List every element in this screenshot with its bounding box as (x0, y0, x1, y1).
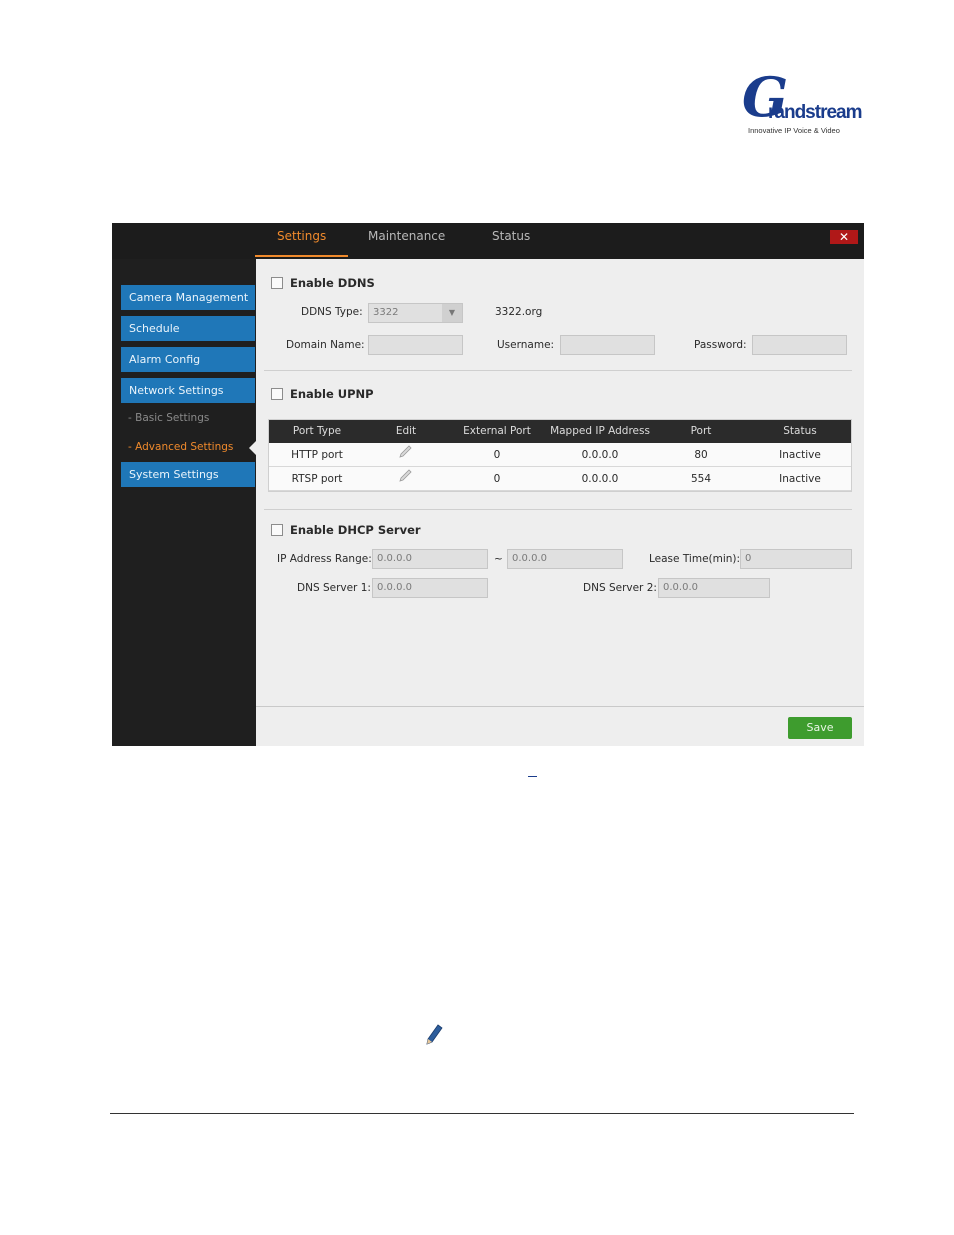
col-status: Status (783, 425, 817, 437)
dns1-label: DNS Server 1: (297, 582, 371, 594)
close-button[interactable]: ✕ (830, 230, 858, 244)
sidebar-item-system-settings[interactable]: System Settings (121, 462, 255, 487)
divider (264, 370, 852, 371)
pencil-icon (424, 1022, 444, 1046)
col-edit: Edit (395, 425, 417, 437)
sidebar-subitem-basic-settings[interactable]: - Basic Settings (128, 412, 209, 424)
col-mapped-ip: Mapped IP Address (550, 425, 650, 437)
cell-port: 80 (694, 449, 708, 461)
col-port: Port (690, 425, 712, 437)
ddns-type-site: 3322.org (495, 306, 543, 318)
dns2-label: DNS Server 2: (583, 582, 657, 594)
enable-ddns-checkbox[interactable] (271, 277, 283, 289)
password-input[interactable] (752, 335, 847, 355)
ip-range-label: IP Address Range: (277, 553, 372, 565)
logo-tagline: Innovative IP Voice & Video (748, 126, 840, 135)
enable-dhcp-label: Enable DHCP Server (290, 523, 421, 537)
cell-external-port: 0 (493, 449, 501, 461)
enable-dhcp-checkbox[interactable] (271, 524, 283, 536)
settings-panel: Enable DDNS DDNS Type: 3322 ▼ 3322.org D… (256, 259, 864, 746)
grandstream-logo: G randstream Innovative IP Voice & Video (742, 70, 862, 136)
app-window: Settings Maintenance Status ✕ Camera Man… (112, 223, 864, 746)
divider (264, 509, 852, 510)
cell-port-type: HTTP port (291, 449, 343, 461)
cell-status: Inactive (779, 473, 821, 485)
sidebar-subitem-advanced-settings[interactable]: - Advanced Settings (128, 441, 233, 453)
ip-range-start-input[interactable]: 0.0.0.0 (372, 549, 488, 569)
page-divider (110, 1113, 854, 1114)
ddns-type-select[interactable]: 3322 ▼ (368, 303, 463, 323)
active-pointer-icon (249, 441, 256, 455)
lease-time-label: Lease Time(min): (649, 553, 741, 565)
cell-status: Inactive (779, 449, 821, 461)
col-port-type: Port Type (292, 425, 342, 437)
domain-name-input[interactable] (368, 335, 463, 355)
tab-maintenance[interactable]: Maintenance (368, 229, 445, 255)
ip-range-end-input[interactable]: 0.0.0.0 (507, 549, 623, 569)
sidebar-item-network-settings[interactable]: Network Settings (121, 378, 255, 403)
ddns-type-label: DDNS Type: (301, 306, 363, 318)
dns2-input[interactable]: 0.0.0.0 (658, 578, 770, 598)
enable-upnp-checkbox[interactable] (271, 388, 283, 400)
edit-pencil-icon[interactable] (396, 467, 416, 492)
table-row: RTSP port 0 0.0.0.0 554 Inactive (268, 467, 852, 491)
footer-divider (256, 706, 864, 707)
dns1-input[interactable]: 0.0.0.0 (372, 578, 488, 598)
cell-mapped-ip: 0.0.0.0 (581, 473, 619, 485)
table-row: HTTP port 0 0.0.0.0 80 Inactive (268, 443, 852, 467)
ip-range-separator: ~ (494, 553, 503, 565)
cell-port-type: RTSP port (291, 473, 343, 485)
edit-pencil-icon[interactable] (396, 443, 416, 468)
upnp-port-table: Port Type Edit External Port Mapped IP A… (268, 419, 852, 491)
password-label: Password: (694, 339, 747, 351)
domain-name-label: Domain Name: (286, 339, 365, 351)
ddns-type-value: 3322 (373, 307, 399, 318)
sidebar: Camera Management Schedule Alarm Config … (112, 259, 256, 746)
cell-external-port: 0 (493, 473, 501, 485)
chevron-down-icon: ▼ (442, 304, 462, 322)
enable-upnp-label: Enable UPNP (290, 387, 374, 401)
link-underline (528, 776, 537, 777)
cell-port: 554 (690, 473, 712, 485)
table-header: Port Type Edit External Port Mapped IP A… (268, 419, 852, 443)
top-bar: Settings Maintenance Status ✕ (112, 223, 864, 259)
col-external-port: External Port (463, 425, 531, 437)
save-button[interactable]: Save (788, 717, 852, 739)
lease-time-input[interactable]: 0 (740, 549, 852, 569)
sidebar-item-camera-management[interactable]: Camera Management (121, 285, 255, 310)
username-label: Username: (497, 339, 555, 351)
tab-status[interactable]: Status (492, 229, 530, 255)
logo-word: randstream (768, 102, 862, 123)
enable-ddns-label: Enable DDNS (290, 276, 375, 290)
cell-mapped-ip: 0.0.0.0 (581, 449, 619, 461)
sidebar-item-schedule[interactable]: Schedule (121, 316, 255, 341)
tab-settings[interactable]: Settings (255, 229, 349, 257)
sidebar-item-alarm-config[interactable]: Alarm Config (121, 347, 255, 372)
username-input[interactable] (560, 335, 655, 355)
